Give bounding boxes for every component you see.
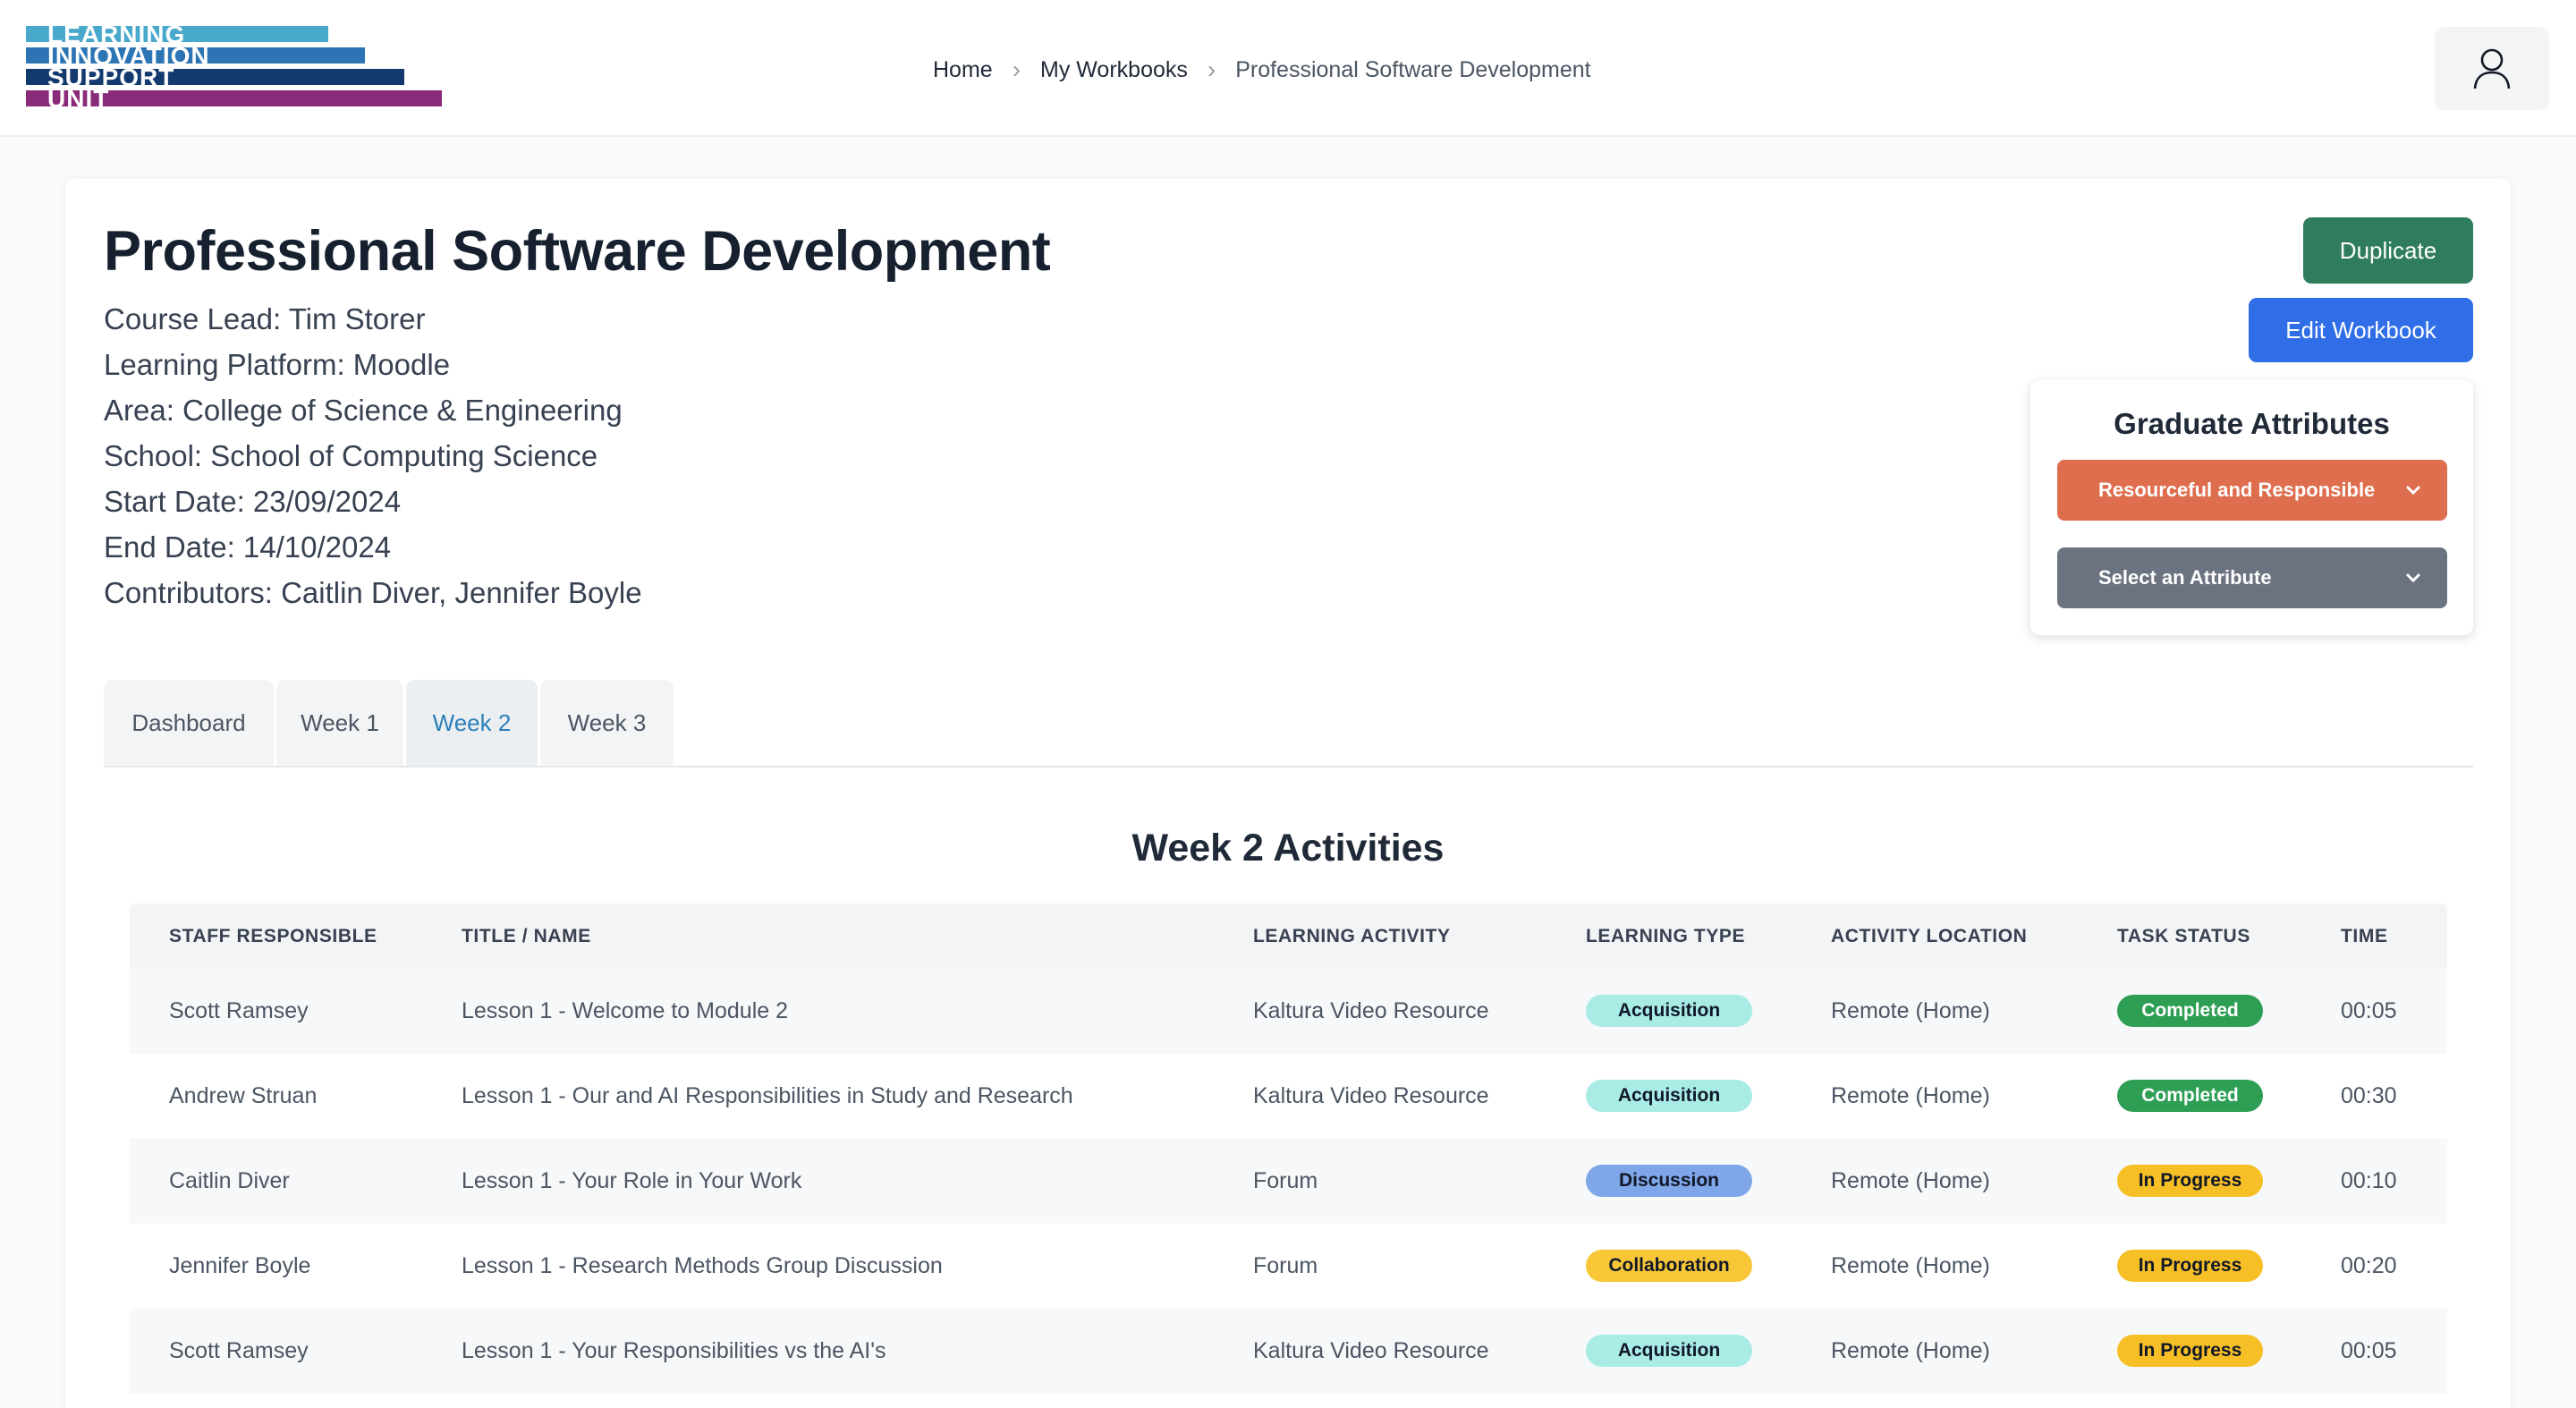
top-bar: LEARNING INNOVATION SUPPORT UNIT Home › … <box>0 0 2576 137</box>
table-row[interactable]: Scott Ramsey Lesson 1 - Your Responsibil… <box>130 1309 2447 1394</box>
status-badge: In Progress <box>2117 1335 2263 1367</box>
learning-platform: Learning Platform: Moodle <box>104 348 451 381</box>
logo-line-2: INNOVATION <box>26 47 365 64</box>
table-header: STAFF RESPONSIBLE TITLE / NAME LEARNING … <box>130 903 2447 969</box>
chevron-right-icon: › <box>1207 55 1216 83</box>
cell-staff: Caitlin Diver <box>169 1168 290 1193</box>
column-header-type[interactable]: LEARNING TYPE <box>1586 903 1745 969</box>
status-badge: Completed <box>2117 995 2263 1027</box>
cell-title: Lesson 1 - Research Methods Group Discus… <box>462 1253 943 1278</box>
cell-time: 00:05 <box>2341 1338 2397 1363</box>
learning-type-badge: Collaboration <box>1586 1250 1752 1282</box>
chevron-down-icon <box>2405 485 2421 496</box>
tabs-divider <box>104 766 2473 768</box>
cell-staff: Scott Ramsey <box>169 1338 309 1363</box>
attribute-select-placeholder: Select an Attribute <box>2098 566 2272 589</box>
attribute-select-1[interactable]: Resourceful and Responsible <box>2057 460 2447 521</box>
contributors: Contributors: Caitlin Diver, Jennifer Bo… <box>104 576 642 609</box>
column-header-status[interactable]: TASK STATUS <box>2117 903 2250 969</box>
page-title: Professional Software Development <box>104 220 1051 283</box>
chevron-right-icon: › <box>1012 55 1021 83</box>
activities-table: STAFF RESPONSIBLE TITLE / NAME LEARNING … <box>130 903 2447 1394</box>
cell-title: Lesson 1 - Your Role in Your Work <box>462 1168 802 1193</box>
chevron-down-icon <box>2405 573 2421 583</box>
column-header-activity[interactable]: LEARNING ACTIVITY <box>1253 903 1451 969</box>
cell-staff: Jennifer Boyle <box>169 1253 311 1278</box>
table-row[interactable]: Jennifer Boyle Lesson 1 - Research Metho… <box>130 1224 2447 1309</box>
school: School: School of Computing Science <box>104 439 598 472</box>
cell-activity: Forum <box>1253 1168 1318 1193</box>
graduate-attributes-title: Graduate Attributes <box>2114 407 2390 440</box>
cell-activity: Kaltura Video Resource <box>1253 998 1489 1023</box>
learning-type-badge: Acquisition <box>1586 1080 1752 1112</box>
workbook-details: Course Lead: Tim Storer Learning Platfor… <box>104 299 642 618</box>
cell-staff: Scott Ramsey <box>169 998 309 1023</box>
logo-line-4: UNIT <box>26 90 442 106</box>
logo-line-3: SUPPORT <box>26 69 404 85</box>
column-header-location[interactable]: ACTIVITY LOCATION <box>1831 903 2027 969</box>
learning-type-badge: Acquisition <box>1586 1335 1752 1367</box>
duplicate-button[interactable]: Duplicate <box>2303 217 2473 284</box>
cell-staff: Andrew Struan <box>169 1083 318 1108</box>
attribute-select-2[interactable]: Select an Attribute <box>2057 547 2447 608</box>
user-icon <box>2473 48 2511 89</box>
cell-location: Remote (Home) <box>1831 998 1990 1023</box>
column-header-title[interactable]: TITLE / NAME <box>462 903 591 969</box>
status-badge: In Progress <box>2117 1165 2263 1197</box>
cell-time: 00:05 <box>2341 998 2397 1023</box>
column-header-staff[interactable]: STAFF RESPONSIBLE <box>169 903 377 969</box>
status-badge: In Progress <box>2117 1250 2263 1282</box>
cell-time: 00:20 <box>2341 1253 2397 1278</box>
edit-workbook-button[interactable]: Edit Workbook <box>2249 298 2473 362</box>
learning-innovation-support-unit-logo[interactable]: LEARNING INNOVATION SUPPORT UNIT <box>26 23 446 111</box>
cell-location: Remote (Home) <box>1831 1338 1990 1363</box>
course-lead: Course Lead: Tim Storer <box>104 302 426 335</box>
cell-time: 00:10 <box>2341 1168 2397 1193</box>
cell-title: Lesson 1 - Our and AI Responsibilities i… <box>462 1083 1073 1108</box>
user-menu-button[interactable] <box>2435 27 2549 110</box>
section-title: Week 2 Activities <box>1131 827 1445 869</box>
cell-activity: Forum <box>1253 1253 1318 1278</box>
breadcrumb-my-workbooks[interactable]: My Workbooks <box>1040 57 1188 83</box>
tab-week-1[interactable]: Week 1 <box>276 680 403 766</box>
table-row[interactable]: Andrew Struan Lesson 1 - Our and AI Resp… <box>130 1054 2447 1139</box>
area: Area: College of Science & Engineering <box>104 394 623 427</box>
cell-activity: Kaltura Video Resource <box>1253 1083 1489 1108</box>
logo-line-1: LEARNING <box>26 26 328 42</box>
breadcrumb-home[interactable]: Home <box>933 57 993 83</box>
breadcrumb-current: Professional Software Development <box>1235 56 1591 82</box>
learning-type-badge: Discussion <box>1586 1165 1752 1197</box>
tab-week-2[interactable]: Week 2 <box>406 680 538 766</box>
cell-activity: Kaltura Video Resource <box>1253 1338 1489 1363</box>
attribute-select-value: Resourceful and Responsible <box>2098 479 2376 501</box>
table-row[interactable]: Scott Ramsey Lesson 1 - Welcome to Modul… <box>130 969 2447 1054</box>
tab-week-3[interactable]: Week 3 <box>540 680 674 766</box>
graduate-attributes-panel: Graduate Attributes Resourceful and Resp… <box>2030 380 2473 635</box>
cell-time: 00:30 <box>2341 1083 2397 1108</box>
cell-location: Remote (Home) <box>1831 1253 1990 1278</box>
table-row[interactable]: Caitlin Diver Lesson 1 - Your Role in Yo… <box>130 1139 2447 1224</box>
end-date: End Date: 14/10/2024 <box>104 530 392 564</box>
column-header-time[interactable]: TIME <box>2341 903 2388 969</box>
cell-title: Lesson 1 - Welcome to Module 2 <box>462 998 789 1023</box>
cell-location: Remote (Home) <box>1831 1168 1990 1193</box>
breadcrumb: Home › My Workbooks › Professional Softw… <box>933 52 1591 88</box>
week-tabs: Dashboard Week 1 Week 2 Week 3 <box>104 680 674 766</box>
tab-dashboard[interactable]: Dashboard <box>104 680 274 766</box>
learning-type-badge: Acquisition <box>1586 995 1752 1027</box>
start-date: Start Date: 23/09/2024 <box>104 485 402 518</box>
status-badge: Completed <box>2117 1080 2263 1112</box>
cell-location: Remote (Home) <box>1831 1083 1990 1108</box>
cell-title: Lesson 1 - Your Responsibilities vs the … <box>462 1338 886 1363</box>
